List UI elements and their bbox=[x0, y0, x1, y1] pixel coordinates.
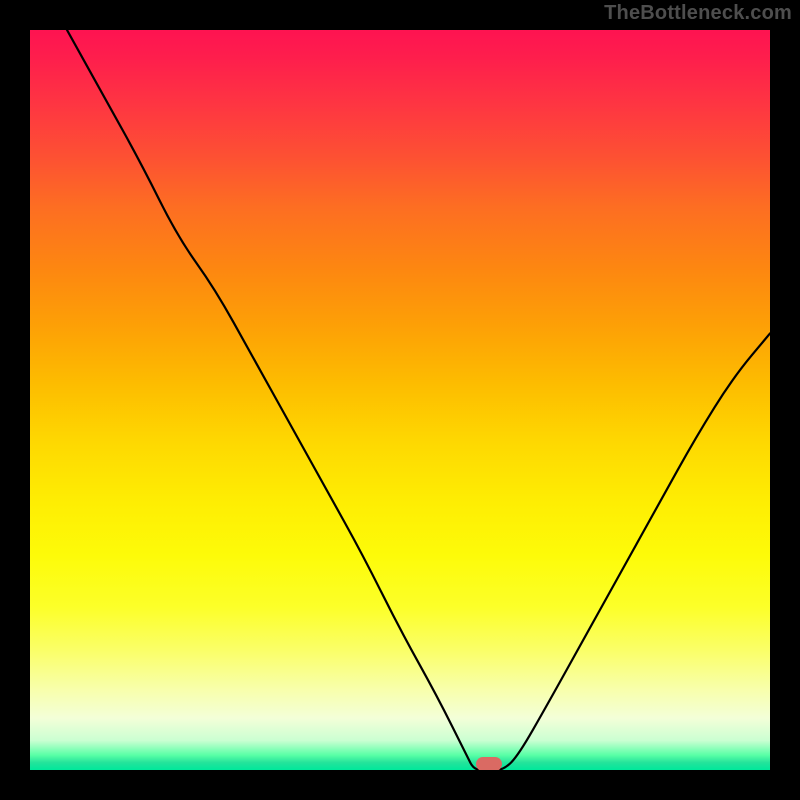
curve-layer bbox=[30, 30, 770, 770]
attribution-label: TheBottleneck.com bbox=[604, 2, 792, 25]
bottleneck-curve-path bbox=[67, 30, 770, 770]
plot-area bbox=[30, 30, 770, 770]
chart-container: TheBottleneck.com bbox=[0, 0, 800, 800]
optimal-point-marker bbox=[476, 757, 502, 770]
